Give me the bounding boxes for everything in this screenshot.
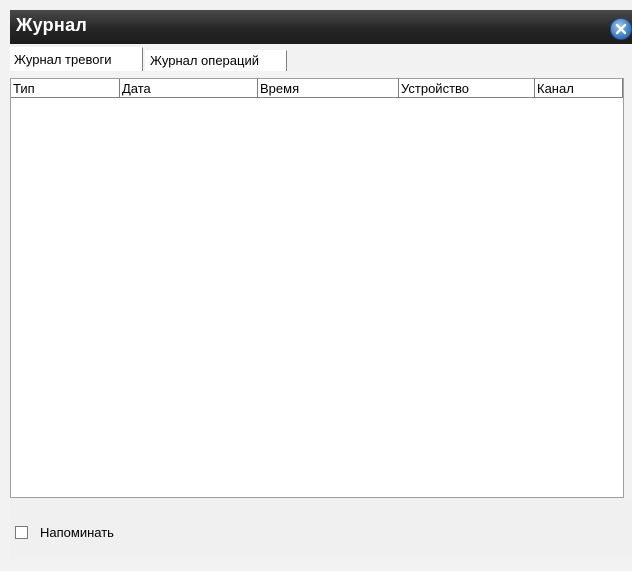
tab-operation-log[interactable]: Журнал операций [145, 50, 287, 71]
column-header-type[interactable]: Тип [11, 79, 120, 98]
log-table[interactable]: Тип Дата Время Устройство Канал [10, 78, 624, 498]
journal-window: Журнал Журнал тревоги Журнал операций Ти… [0, 0, 632, 571]
close-button[interactable] [610, 18, 632, 40]
table-header: Тип Дата Время Устройство Канал [11, 79, 623, 98]
title-bar: Журнал [10, 10, 632, 44]
footer-panel: Напоминать [10, 498, 632, 559]
window-title: Журнал [16, 15, 88, 35]
tab-alarm-log[interactable]: Журнал тревоги [10, 47, 143, 71]
tab-bar: Журнал тревоги Журнал операций [10, 44, 632, 71]
column-header-channel[interactable]: Канал [535, 79, 623, 98]
remind-checkbox[interactable] [15, 526, 28, 539]
remind-label[interactable]: Напоминать [40, 525, 114, 540]
close-icon [615, 23, 627, 35]
column-header-date[interactable]: Дата [120, 79, 258, 98]
column-header-device[interactable]: Устройство [399, 79, 535, 98]
column-header-time[interactable]: Время [258, 79, 399, 98]
